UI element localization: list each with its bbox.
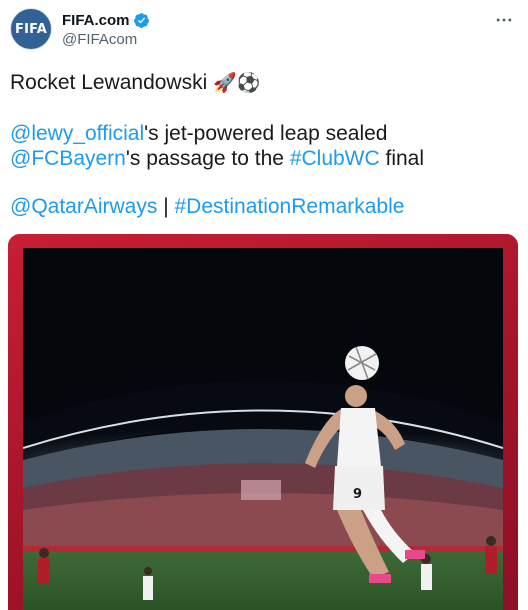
tweet-media[interactable]: 9 xyxy=(8,234,518,610)
tweet-line-1: Rocket Lewandowski 🚀⚽ xyxy=(10,70,518,96)
tweet-text: Rocket Lewandowski 🚀⚽ @lewy_official's j… xyxy=(10,70,518,219)
tweet-text-segment: 's jet-powered leap sealed xyxy=(144,122,388,145)
jersey-number: 9 xyxy=(353,487,362,502)
avatar[interactable]: FIFA xyxy=(10,8,52,50)
tweet-text-segment: final xyxy=(379,147,425,170)
mention-lewy-official[interactable]: @lewy_official xyxy=(10,122,144,145)
author-info: FIFA.com @FIFAcom xyxy=(62,8,150,49)
avatar-logo-text: FIFA xyxy=(15,21,47,37)
more-horizontal-icon[interactable] xyxy=(494,10,514,35)
tweet: FIFA FIFA.com @FIFAcom Rocket Lewandowsk… xyxy=(0,0,528,610)
tweet-text-segment: 's passage to the xyxy=(125,147,290,170)
display-name[interactable]: FIFA.com xyxy=(62,11,130,30)
name-row: FIFA.com xyxy=(62,11,150,30)
hashtag-destinationremarkable[interactable]: #DestinationRemarkable xyxy=(174,195,404,218)
mention-qatarairways[interactable]: @QatarAirways xyxy=(10,195,157,218)
tweet-header: FIFA FIFA.com @FIFAcom xyxy=(10,8,518,58)
verified-badge-icon xyxy=(133,13,149,28)
handle[interactable]: @FIFAcom xyxy=(62,30,150,49)
mention-fcbayern[interactable]: @FCBayern xyxy=(10,147,126,170)
tweet-line-2: @lewy_official's jet-powered leap sealed… xyxy=(10,121,518,171)
tweet-line-3: @QatarAirways | #DestinationRemarkable xyxy=(10,194,518,219)
more-dots-icon xyxy=(496,18,512,22)
stadium-scene: 9 xyxy=(23,248,503,610)
separator: | xyxy=(157,195,175,218)
rocket-soccer-emoji: 🚀⚽ xyxy=(213,73,261,94)
tweet-headline: Rocket Lewandowski xyxy=(10,71,214,94)
hashtag-clubwc[interactable]: #ClubWC xyxy=(290,147,380,170)
video-still[interactable]: 9 xyxy=(23,248,503,610)
